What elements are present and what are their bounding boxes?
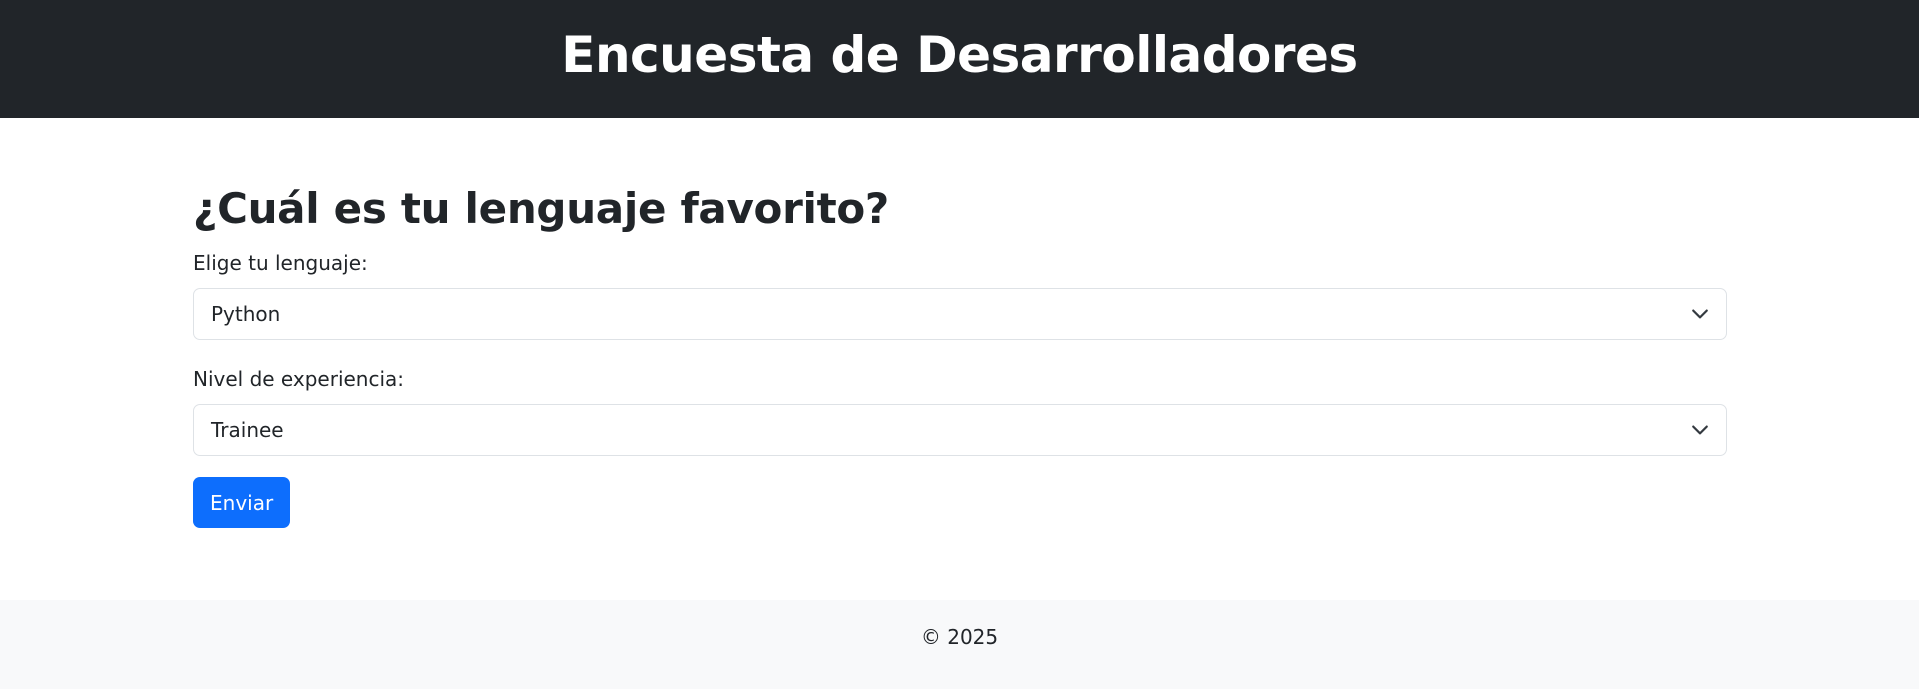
experience-select-value: Trainee: [211, 418, 284, 443]
question-title: ¿Cuál es tu lenguaje favorito?: [193, 184, 889, 233]
site-title: Encuesta de Desarrolladores: [561, 26, 1358, 84]
page: Encuesta de Desarrolladores ¿Cuál es tu …: [0, 0, 1919, 689]
language-select-value: Python: [211, 302, 281, 327]
experience-label: Nivel de experiencia:: [193, 367, 405, 392]
language-label: Elige tu lenguaje:: [193, 251, 368, 276]
submit-button[interactable]: Enviar: [193, 477, 291, 529]
site-header: Encuesta de Desarrolladores: [0, 0, 1919, 118]
language-select[interactable]: Python: [193, 288, 1727, 341]
chevron-down-icon: [1692, 309, 1708, 319]
survey-form: ¿Cuál es tu lenguaje favorito? Elige tu …: [0, 184, 1919, 529]
chevron-down-icon: [1692, 425, 1708, 435]
site-footer: © 2025: [0, 600, 1919, 689]
experience-select[interactable]: Trainee: [193, 404, 1727, 457]
copyright-text: © 2025: [920, 625, 999, 649]
